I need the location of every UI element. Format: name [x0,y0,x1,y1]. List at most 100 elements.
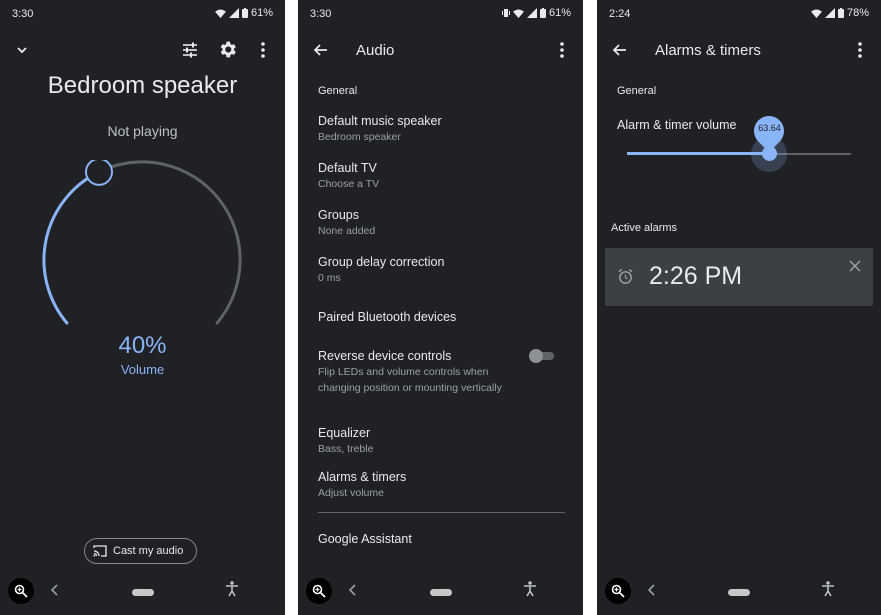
section-header-general: General [318,85,358,97]
setting-subtitle: 0 ms [318,272,341,284]
battery-percent: 78% [846,7,869,19]
signal-icon [824,8,835,18]
setting-default-tv[interactable]: Default TV Choose a TV [318,160,563,192]
battery-percent: 61% [250,7,273,19]
accessibility-icon[interactable] [523,581,537,602]
battery-icon [837,8,844,18]
setting-title: Default music speaker [318,114,442,128]
setting-reverse-device-controls[interactable]: Reverse device controls Flip LEDs and vo… [318,348,503,396]
setting-equalizer[interactable]: Equalizer Bass, treble [318,425,563,457]
equalizer-icon[interactable] [180,40,200,60]
status-icons: 61% [501,7,571,19]
alarm-card[interactable]: 2:26 PM [605,248,873,306]
setting-google-assistant[interactable]: Google Assistant [318,531,563,547]
nav-bar [0,571,285,615]
back-arrow-icon[interactable] [313,42,329,58]
setting-alarms-timers[interactable]: Alarms & timers Adjust volume [318,469,563,501]
signal-icon [526,8,537,18]
wifi-icon [215,8,226,18]
status-bar: 3:30 61% [298,0,583,28]
cast-icon [93,545,107,557]
setting-groups[interactable]: Groups None added [318,207,563,239]
device-title: Bedroom speaker [47,72,238,99]
volume-dial-fill [42,170,101,325]
page-title: Audio [356,42,395,59]
battery-percent: 61% [548,7,571,19]
setting-subtitle: Bass, treble [318,443,374,455]
cast-audio-button[interactable]: Cast my audio [84,538,197,564]
magnifier-icon[interactable] [605,578,631,604]
setting-paired-bluetooth-devices[interactable]: Paired Bluetooth devices [318,309,563,325]
section-header-active-alarms: Active alarms [611,222,678,234]
reverse-controls-toggle[interactable] [529,349,555,363]
nav-bar [597,571,881,615]
setting-title: Equalizer [318,426,371,440]
alarms-timers-screen: 2:24 78% Alarms & timers General Alarm &… [597,0,881,615]
slider-value-text: 63.64 [758,123,781,133]
page-title: Alarms & timers [655,42,761,59]
alarm-volume-label: Alarm & timer volume [617,118,737,132]
setting-title: Reverse device controls [318,349,452,363]
chevron-down-icon[interactable] [14,42,30,58]
status-time: 3:30 [12,8,34,20]
volume-percent: 40% [118,332,167,359]
audio-settings-screen: 3:30 61% Audio General Default music spe… [298,0,583,615]
accessibility-icon[interactable] [821,581,835,602]
status-icons: 61% [215,7,273,19]
nav-home-pill[interactable] [429,589,452,596]
status-icons: 78% [811,7,869,19]
speaker-screen: 3:30 61% Bedroom speaker Not playing 40%… [0,0,285,615]
setting-subtitle: Flip LEDs and volume controls when chang… [318,366,502,394]
volume-dial-knob[interactable] [85,160,113,186]
wifi-icon [513,8,524,18]
back-arrow-icon[interactable] [612,42,628,58]
accessibility-icon[interactable] [225,581,239,602]
slider-fill [627,152,770,155]
battery-icon [241,8,248,18]
battery-icon [539,8,546,18]
signal-icon [228,8,239,18]
setting-subtitle: Bedroom speaker [318,131,401,143]
setting-title: Paired Bluetooth devices [318,310,457,324]
nav-back-icon[interactable] [647,583,657,601]
status-bar: 2:24 78% [597,0,881,28]
magnifier-icon[interactable] [8,578,34,604]
volume-label: Volume [120,362,165,377]
setting-title: Alarms & timers [318,470,407,484]
setting-default-music-speaker[interactable]: Default music speaker Bedroom speaker [318,113,563,145]
status-bar: 3:30 61% [0,0,285,28]
setting-group-delay-correction[interactable]: Group delay correction 0 ms [318,254,563,286]
alarm-time: 2:26 PM [649,262,743,290]
gear-icon[interactable] [217,39,238,60]
setting-subtitle: Choose a TV [318,178,380,190]
magnifier-icon[interactable] [306,578,332,604]
volume-dial[interactable] [30,160,255,360]
alarm-clock-icon [618,268,633,284]
alarm-volume-slider[interactable]: 63.64 [627,109,851,174]
setting-subtitle: None added [318,225,376,237]
status-time: 3:30 [310,8,332,20]
nav-back-icon[interactable] [50,583,60,601]
divider [318,512,565,513]
toggle-thumb [529,349,543,363]
nav-home-pill[interactable] [728,589,750,596]
setting-title: Google Assistant [318,532,412,546]
cast-audio-label: Cast my audio [113,545,184,557]
setting-title: Group delay correction [318,255,445,269]
wifi-icon [811,8,822,18]
more-vert-icon[interactable] [852,40,868,60]
more-vert-icon[interactable] [554,40,570,60]
setting-title: Groups [318,208,359,222]
nav-home-pill[interactable] [131,589,154,596]
close-icon[interactable] [849,260,861,272]
status-time: 2:24 [609,8,631,20]
vibrate-icon [501,9,510,17]
volume-dial-track [97,160,242,325]
nav-bar [298,571,583,615]
setting-title: Default TV [318,161,377,175]
setting-subtitle: Adjust volume [318,487,384,499]
section-header-general: General [617,85,657,97]
more-vert-icon[interactable] [255,40,271,60]
playback-status: Not playing [107,123,178,139]
nav-back-icon[interactable] [348,583,358,601]
